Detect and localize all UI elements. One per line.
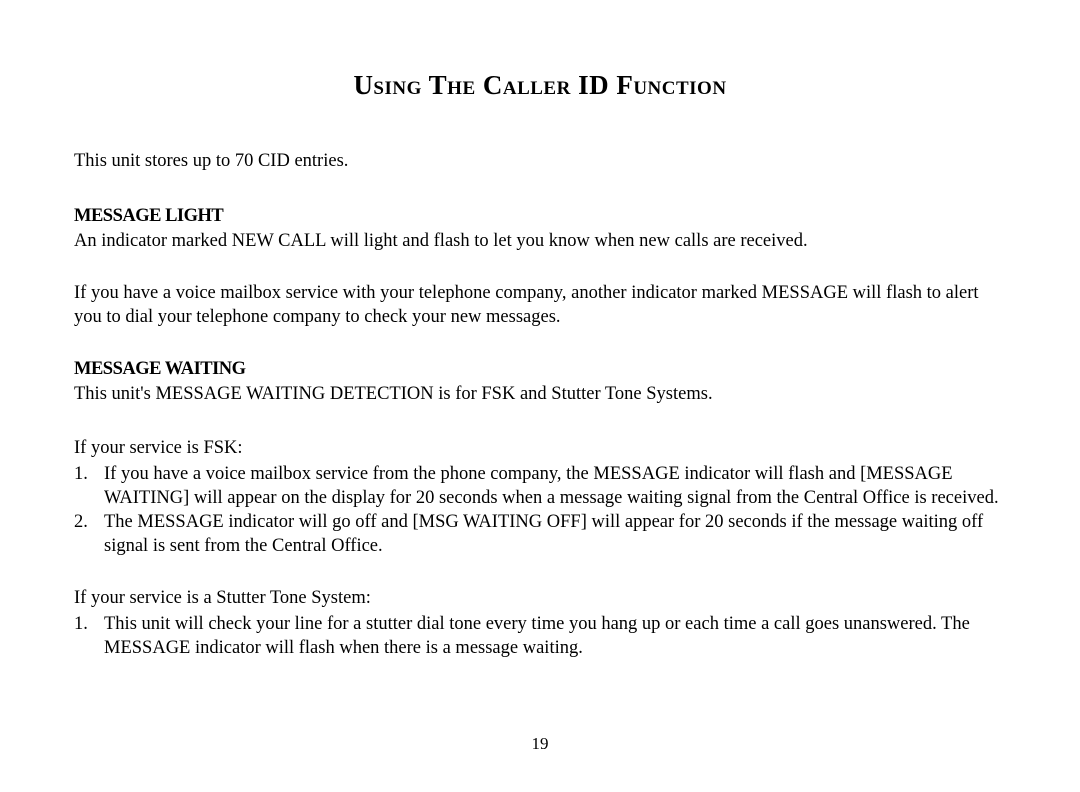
fsk-intro: If your service is FSK: (74, 436, 1006, 460)
page-number: 19 (0, 734, 1080, 754)
intro-text: This unit stores up to 70 CID entries. (74, 149, 1006, 174)
list-item: 2. The MESSAGE indicator will go off and… (74, 510, 1006, 558)
message-light-para1: An indicator marked NEW CALL will light … (74, 229, 1006, 253)
stutter-intro: If your service is a Stutter Tone System… (74, 586, 1006, 610)
list-item: 1. This unit will check your line for a … (74, 612, 1006, 660)
list-number: 1. (74, 462, 104, 510)
fsk-list: 1. If you have a voice mailbox service f… (74, 462, 1006, 558)
list-text: This unit will check your line for a stu… (104, 612, 1006, 660)
page-title: Using The Caller ID Function (74, 70, 1006, 101)
message-light-para2: If you have a voice mailbox service with… (74, 281, 1006, 329)
section-heading-message-light: MESSAGE LIGHT (74, 206, 1006, 227)
stutter-list: 1. This unit will check your line for a … (74, 612, 1006, 660)
list-text: The MESSAGE indicator will go off and [M… (104, 510, 1006, 558)
list-number: 1. (74, 612, 104, 660)
list-text: If you have a voice mailbox service from… (104, 462, 1006, 510)
message-waiting-para1: This unit's MESSAGE WAITING DETECTION is… (74, 382, 1006, 406)
section-heading-message-waiting: MESSAGE WAITING (74, 359, 1006, 380)
list-item: 1. If you have a voice mailbox service f… (74, 462, 1006, 510)
list-number: 2. (74, 510, 104, 558)
